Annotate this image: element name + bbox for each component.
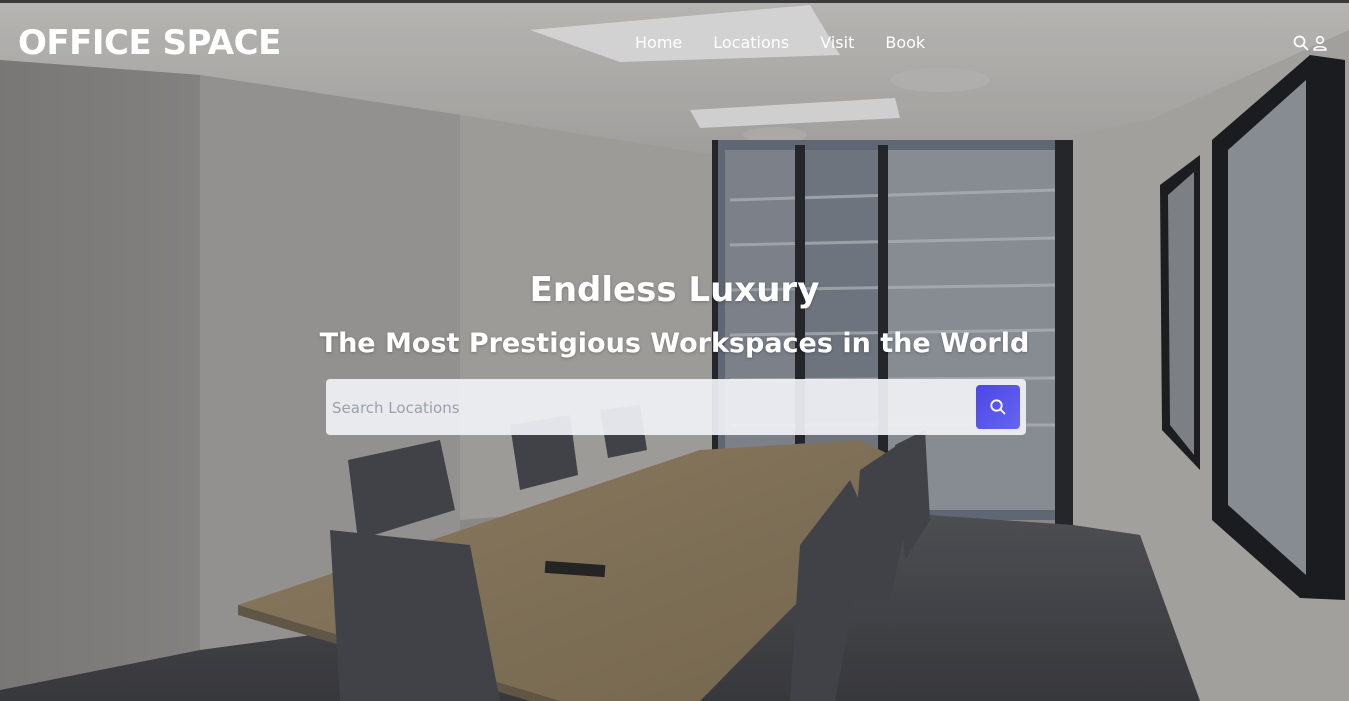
nav-icons [1293, 35, 1328, 51]
nav-links: Home Locations Visit Book [635, 33, 925, 53]
location-search-bar [326, 379, 1026, 435]
nav-link-home[interactable]: Home [635, 33, 682, 53]
user-icon[interactable] [1312, 35, 1328, 51]
search-icon[interactable] [1293, 35, 1309, 51]
search-button[interactable] [976, 385, 1020, 429]
nav-link-locations[interactable]: Locations [713, 33, 789, 53]
search-icon [990, 399, 1006, 415]
nav-link-visit[interactable]: Visit [820, 33, 854, 53]
search-locations-input[interactable] [330, 389, 974, 427]
top-navbar: OFFICE SPACE Home Locations Visit Book [0, 0, 1349, 88]
brand-logo[interactable]: OFFICE SPACE [18, 22, 281, 64]
hero-subheadline: The Most Prestigious Workspaces in the W… [319, 328, 1030, 359]
hero-headline: Endless Luxury [529, 270, 820, 310]
nav-link-book[interactable]: Book [885, 33, 925, 53]
